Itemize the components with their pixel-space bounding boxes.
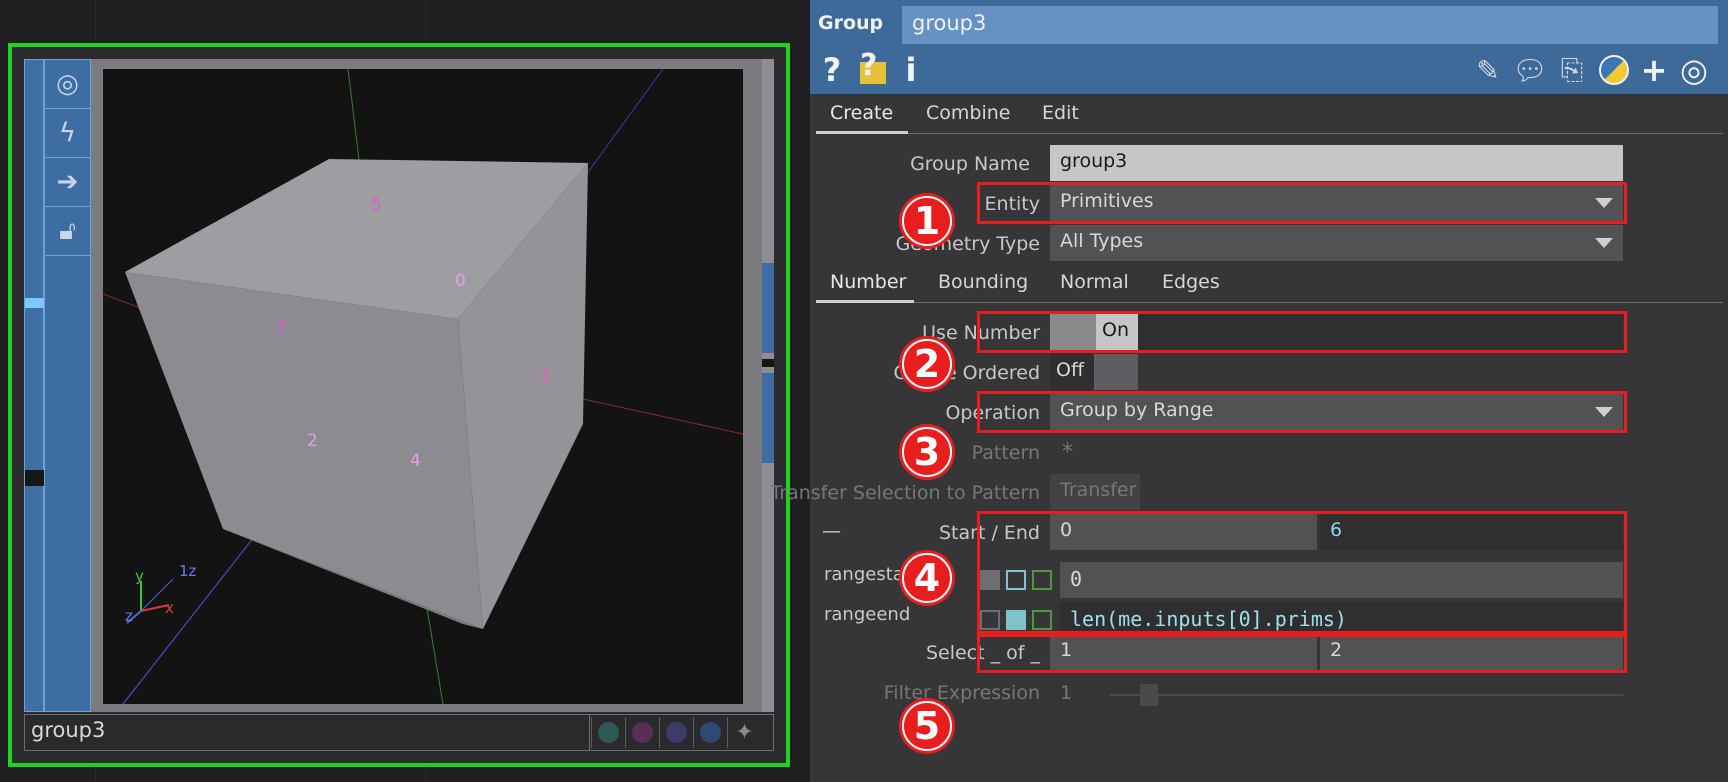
strip-segment (762, 373, 774, 463)
prim-label-2: 2 (307, 431, 318, 451)
strip-segment (762, 263, 774, 353)
compare-icon[interactable]: ⎘ (1554, 50, 1590, 90)
filter-slider-track[interactable] (1110, 694, 1623, 696)
input-connector[interactable] (25, 298, 45, 308)
tab-combine[interactable]: Combine (926, 102, 1010, 124)
panel-header: Group group3 ? ? i ✎ 💬︎ ⎘ + ◎ (810, 0, 1728, 94)
toggle-off-text: Off (1056, 359, 1085, 381)
chevron-down-icon (1595, 238, 1613, 248)
network-pane: ◎ ϟ ➔ 🔓︎ 5 0 3 1 2 4 y 1z z x group3 ✦ (0, 0, 810, 782)
axis-line (582, 69, 664, 180)
group3-node[interactable]: ◎ ϟ ➔ 🔓︎ 5 0 3 1 2 4 y 1z z x group3 ✦ (8, 43, 790, 767)
highlight-box-range (977, 511, 1627, 637)
comment-icon[interactable]: 💬︎ (1510, 50, 1550, 90)
axis-label-y: y (135, 567, 144, 585)
subtab-normal[interactable]: Normal (1060, 271, 1129, 293)
annotation-badge-4: 4 (899, 550, 955, 606)
group-name-label: Group Name (910, 153, 1030, 175)
help-icon[interactable]: ? (818, 50, 846, 90)
pattern-field[interactable]: * (1062, 440, 1073, 465)
subtab-number-underline (816, 300, 914, 303)
subtab-divider (914, 302, 1723, 303)
prim-label-0: 0 (455, 271, 466, 291)
prim-label-3: 3 (275, 317, 286, 337)
node-left-strip[interactable] (24, 59, 45, 712)
node-body: ◎ ϟ ➔ 🔓︎ 5 0 3 1 2 4 y 1z z x (24, 59, 774, 712)
subtab-edges[interactable]: Edges (1162, 271, 1220, 293)
annotation-badge-3: 3 (899, 424, 955, 480)
add-icon[interactable]: + (1636, 50, 1672, 90)
flag-template[interactable] (659, 717, 693, 748)
filter-expression-label: Filter Expression (883, 682, 1040, 704)
strip-gap (25, 470, 45, 486)
tab-edit[interactable]: Edit (1042, 102, 1079, 124)
subtab-number[interactable]: Number (830, 271, 906, 293)
target-icon[interactable]: ◎ (1674, 50, 1714, 90)
python-icon[interactable] (1596, 50, 1632, 90)
flag-pin-icon[interactable]: ✦ (727, 717, 761, 748)
geometry-type-value: All Types (1060, 230, 1144, 252)
lock-icon[interactable]: 🔓︎ (45, 207, 90, 256)
toggle-knob (1094, 354, 1138, 390)
prim-label-4: 4 (410, 451, 421, 471)
highlight-box-entity (977, 182, 1627, 224)
tab-create-underline (816, 131, 908, 134)
node-toolbar: ◎ ϟ ➔ 🔓︎ (44, 59, 91, 712)
op-name-field[interactable]: group3 (902, 6, 1718, 44)
rangeend-label: rangeend (824, 604, 911, 625)
highlight-box-use-number (977, 311, 1627, 353)
output-connector-gap (762, 359, 774, 367)
geometry-type-dropdown[interactable]: All Types (1050, 225, 1623, 261)
subtab-bounding[interactable]: Bounding (938, 271, 1028, 293)
flag-render[interactable] (625, 717, 659, 748)
prim-label-1: 1 (540, 366, 551, 386)
op-type-label: Group (818, 12, 884, 34)
filter-expression-field[interactable]: 1 (1060, 682, 1072, 704)
axis-label-1z: 1z (179, 562, 197, 580)
edit-icon[interactable]: ✎ (1470, 50, 1506, 90)
annotation-badge-5: 5 (899, 698, 955, 754)
flag-display[interactable] (591, 717, 625, 748)
tab-divider (908, 133, 1723, 134)
highlight-box-select (977, 631, 1627, 673)
info-icon[interactable]: i (900, 50, 922, 90)
annotation-badge-1: 1 (899, 193, 955, 249)
axis-label-x: x (165, 599, 174, 617)
flag-bypass[interactable] (693, 717, 727, 748)
arrow-right-icon[interactable]: ➔ (45, 158, 90, 207)
3d-viewport[interactable]: 5 0 3 1 2 4 y 1z z x (103, 69, 743, 704)
x-axis-line-right (582, 398, 743, 435)
node-name-label[interactable]: group3 (25, 715, 590, 750)
tab-create[interactable]: Create (830, 102, 893, 124)
cook-icon[interactable]: ϟ (45, 109, 90, 158)
highlight-box-operation (977, 391, 1627, 433)
help-python-icon[interactable]: ? (852, 48, 892, 90)
transfer-button[interactable]: Transfer (1050, 474, 1140, 510)
node-right-strip[interactable] (762, 59, 774, 712)
group-name-field[interactable]: group3 (1050, 145, 1623, 181)
prim-label-5: 5 (371, 195, 382, 215)
transfer-label: Transfer Selection to Pattern (770, 482, 1040, 504)
axis-label-z: z (125, 607, 133, 625)
collapse-toggle[interactable]: — (822, 520, 841, 542)
filter-slider-handle[interactable] (1140, 684, 1158, 706)
parameter-panel: Group group3 ? ? i ✎ 💬︎ ⎘ + ◎ Create Com… (770, 0, 1728, 782)
annotation-badge-2: 2 (899, 336, 955, 392)
node-name-bar: group3 ✦ (24, 714, 774, 751)
viewer-active-icon[interactable]: ◎ (45, 60, 90, 109)
create-ordered-toggle[interactable]: Off (1050, 354, 1138, 390)
